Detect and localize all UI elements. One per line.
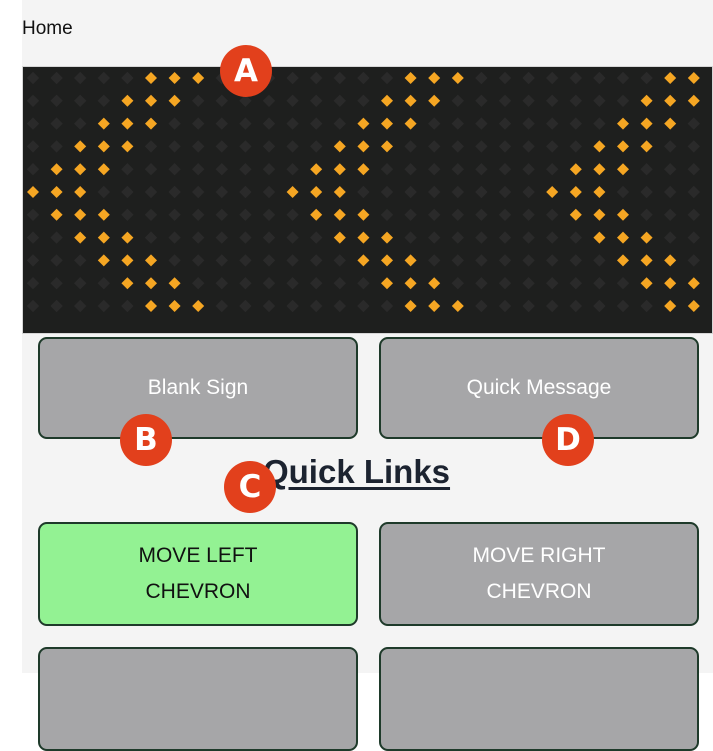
quick-link-item[interactable] bbox=[379, 647, 699, 751]
led-sign-display bbox=[23, 67, 712, 333]
quick-message-button[interactable]: Quick Message bbox=[379, 337, 699, 439]
quick-link-label: MOVE LEFT CHEVRON bbox=[138, 544, 258, 603]
sign-background bbox=[23, 67, 712, 333]
quick-links-heading: Quick Links bbox=[262, 453, 451, 490]
quick-link-move-right-chevron[interactable]: MOVE RIGHT CHEVRON bbox=[379, 522, 699, 626]
blank-sign-button[interactable]: Blank Sign bbox=[38, 337, 358, 439]
annotation-marker-d: D bbox=[542, 414, 594, 466]
quick-link-label: MOVE RIGHT CHEVRON bbox=[472, 544, 606, 603]
annotation-marker-c: C bbox=[224, 461, 276, 513]
blank-sign-label: Blank Sign bbox=[147, 376, 249, 399]
quick-link-item[interactable] bbox=[38, 647, 358, 751]
quick-link-move-left-chevron[interactable]: MOVE LEFT CHEVRON bbox=[38, 522, 358, 626]
annotation-marker-a: A bbox=[220, 45, 272, 97]
message-sign-preview bbox=[22, 66, 713, 334]
annotation-marker-b: B bbox=[120, 414, 172, 466]
page-title: Home bbox=[22, 18, 73, 39]
quick-message-label: Quick Message bbox=[466, 376, 612, 399]
